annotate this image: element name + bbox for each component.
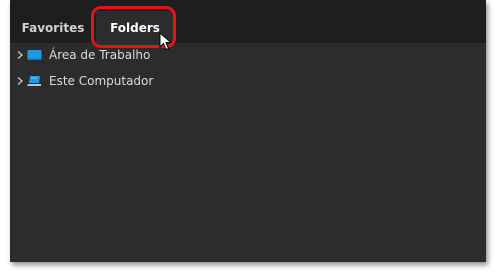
folders-panel: Favorites Folders Área de Trabalho Este …: [10, 0, 486, 262]
chevron-right-icon[interactable]: [15, 50, 25, 60]
tree-item-label: Este Computador: [49, 74, 154, 88]
tab-bar: Favorites Folders: [10, 0, 486, 43]
chevron-right-icon[interactable]: [15, 76, 25, 86]
computer-icon: [27, 76, 41, 86]
tree-item-label: Área de Trabalho: [49, 48, 151, 62]
desktop-icon: [27, 50, 42, 60]
tab-favorites[interactable]: Favorites: [15, 11, 91, 43]
tree-item-desktop[interactable]: Área de Trabalho: [10, 43, 486, 69]
mouse-cursor-icon: [159, 32, 173, 51]
folder-tree: Área de Trabalho Este Computador: [10, 43, 486, 95]
tree-item-computer[interactable]: Este Computador: [10, 69, 486, 95]
